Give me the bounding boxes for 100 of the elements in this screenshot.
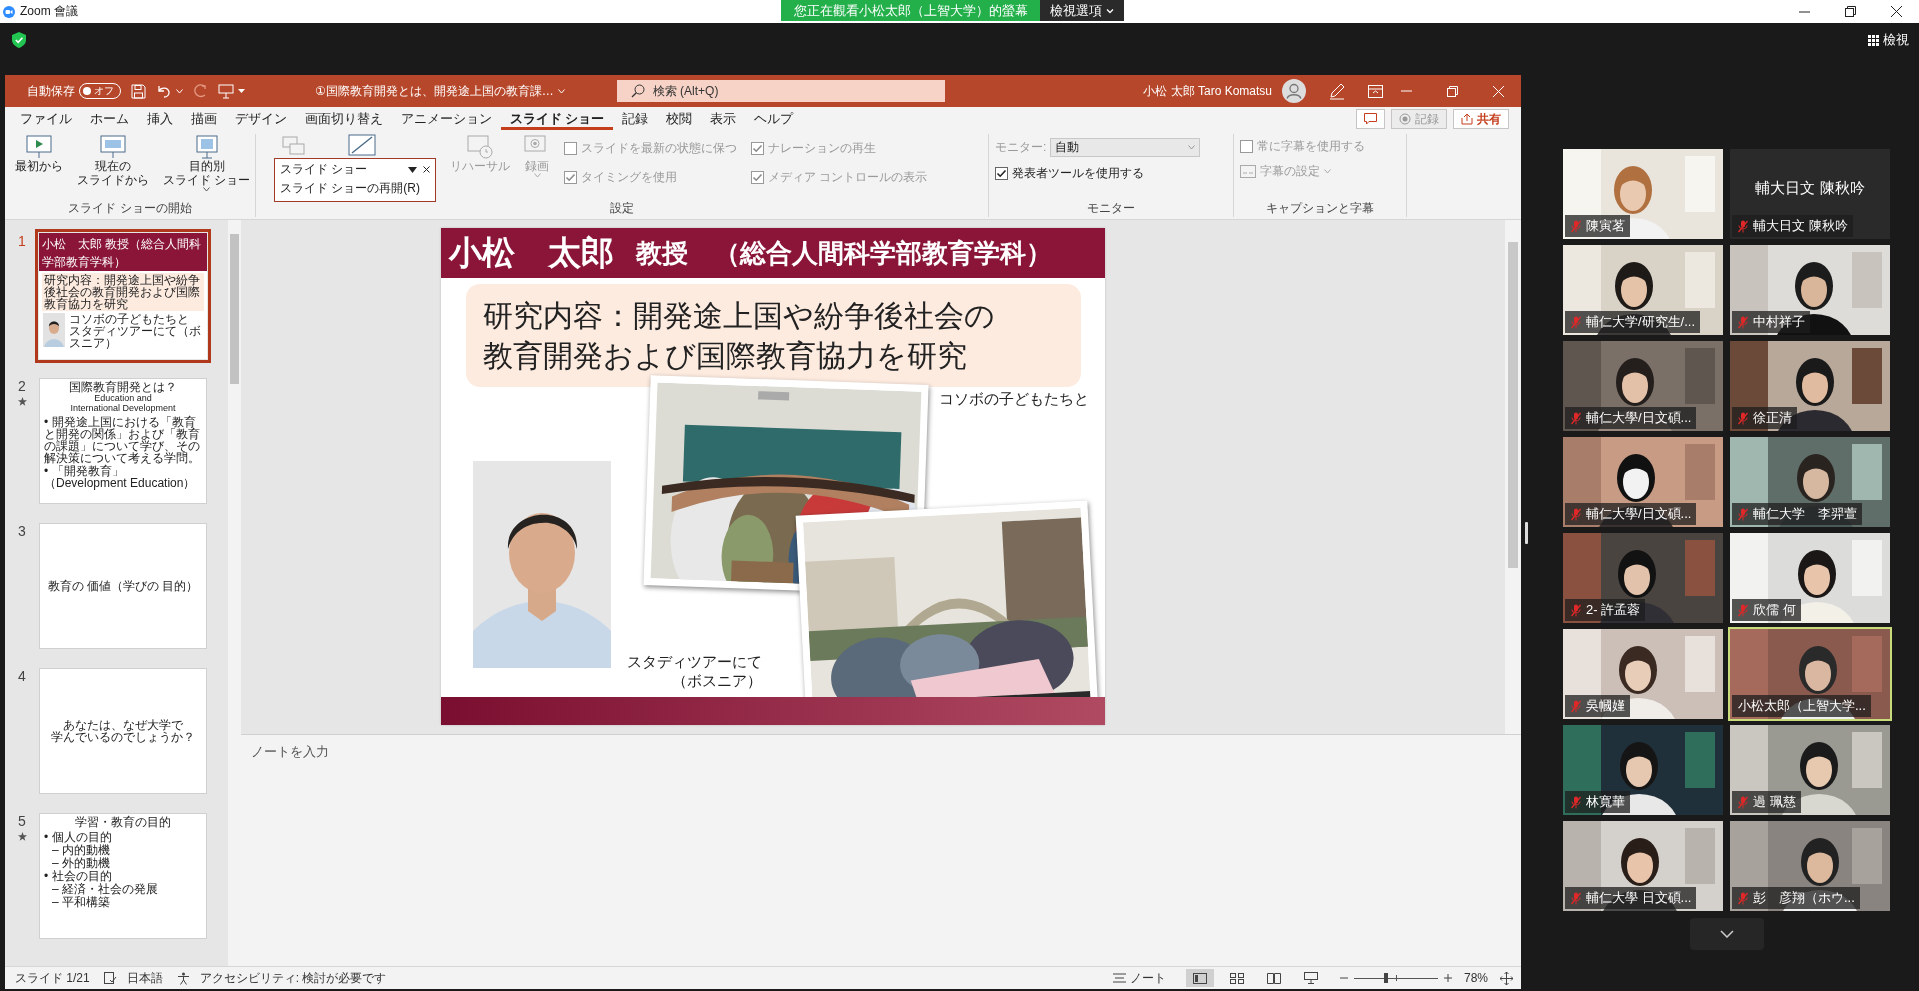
video-tile[interactable]: 林寬華 <box>1563 725 1723 815</box>
comments-button[interactable] <box>1356 109 1385 129</box>
accessibility-status[interactable]: アクセシビリティ: 検討が必要です <box>199 969 387 987</box>
search-field[interactable]: 検索 (Alt+Q) <box>616 80 945 102</box>
checkbox[interactable] <box>995 167 1008 180</box>
ribbon-tab[interactable]: デザイン <box>226 108 296 130</box>
grid-icon[interactable] <box>1868 34 1879 46</box>
video-tile[interactable]: 輔大日文 陳秋吟 輔大日文 陳秋吟 <box>1730 149 1890 239</box>
slide-thumbnail[interactable]: 学習・教育の目的 • 個人の目的 – 内的動機 – 外的動機 • 社会の目的 – 経済・社会の発展 – 平和構築 <box>39 813 207 939</box>
view-options-button[interactable]: 檢視選項 <box>1040 0 1124 21</box>
slide-thumbnail[interactable]: あなたは、なぜ大学で 学んでいるのでしょうか？ <box>39 668 207 794</box>
participant-name: 輔仁大學/日文碩... <box>1586 505 1692 523</box>
participant-name: 徐正清 <box>1753 409 1792 427</box>
share-banner: 您正在觀看小松太郎（上智大学）的螢幕 <box>781 0 1040 21</box>
video-tile[interactable]: 小松太郎（上智大学... <box>1730 629 1890 719</box>
document-title[interactable]: ①国際教育開発とは、開発途上国の教育課… <box>315 82 554 100</box>
slide-number: 4 <box>18 668 26 684</box>
video-tile[interactable]: 陳寅茗 <box>1563 149 1723 239</box>
ribbon-button[interactable]: 最初から <box>11 134 67 200</box>
shield-icon[interactable] <box>12 32 26 48</box>
search-icon[interactable] <box>630 84 645 98</box>
ribbon-tab[interactable]: 記録 <box>613 108 658 130</box>
ribbon-tab[interactable]: ファイル <box>11 108 81 130</box>
book-icon[interactable] <box>1266 972 1281 984</box>
scrollbar-thumb[interactable] <box>1508 242 1518 568</box>
presentation-icon[interactable] <box>218 83 234 99</box>
share-button[interactable]: 共有 <box>1453 109 1509 129</box>
ribbon-tab[interactable]: スライド ショー <box>501 108 614 130</box>
participant-name: 輔大日文 陳秋吟 <box>1753 217 1848 235</box>
ribbon-tab[interactable]: ホーム <box>81 108 138 130</box>
participant-name: 輔仁大学/研究生/... <box>1586 313 1696 331</box>
video-tile[interactable]: 輔仁大学 李羿萱 <box>1730 437 1890 527</box>
zoom-slider[interactable] <box>1353 972 1438 984</box>
ribbon-tab[interactable]: 画面切り替え <box>296 108 392 130</box>
ribbon-tab[interactable]: 表示 <box>701 108 746 130</box>
sub-bullet-text: – 外的動機 <box>51 857 111 869</box>
slide-heading: あなたは、なぜ大学で <box>63 719 183 731</box>
undo-icon[interactable] <box>156 83 172 99</box>
grid-icon[interactable] <box>1229 972 1244 984</box>
menu-title: スライド ショー <box>280 161 369 178</box>
spellcheck-icon[interactable] <box>103 972 117 984</box>
accessibility-icon[interactable] <box>176 971 190 985</box>
group-label: キャプションと字幕 <box>1265 200 1375 217</box>
participant-name: 陳寅茗 <box>1586 217 1625 235</box>
slide-thumbnail[interactable]: 教育の 価値（学びの 目的） <box>39 523 207 649</box>
share-icon[interactable] <box>1461 113 1473 125</box>
save-icon[interactable] <box>131 83 146 99</box>
presenter-role: 教授 （総合人間科学部教育学科） <box>636 236 1052 270</box>
ribbon-tab[interactable]: ヘルプ <box>745 108 803 130</box>
checkbox-option[interactable]: 発表者ツールを使用する <box>995 165 1227 182</box>
view-button[interactable]: 檢視 <box>1868 31 1909 49</box>
video-tile[interactable]: 輔仁大学/研究生/... <box>1563 245 1723 335</box>
language-label[interactable]: 日本語 <box>126 969 163 987</box>
customize-caret-icon[interactable] <box>238 88 245 94</box>
zoom-percent[interactable]: 78% <box>1463 971 1488 985</box>
video-tile[interactable]: 欣儒 何 <box>1730 533 1890 623</box>
slide-thumbnail[interactable]: 国際教育開発とは？ Education and International Development • 開発途上国における「教育と開発の関係」および「教育の課題」について学び、その解決策について考える学問。 • 「開発教育」（Development Education） <box>39 378 207 504</box>
fit-to-window-icon[interactable] <box>1500 971 1513 985</box>
video-tile[interactable]: 中村祥子 <box>1730 245 1890 335</box>
scrollbar-thumb[interactable] <box>230 234 239 384</box>
video-tile[interactable]: 2- 許孟蓉 <box>1563 533 1723 623</box>
ribbon-tab[interactable]: 描画 <box>182 108 226 130</box>
restore-icon[interactable] <box>1844 6 1856 17</box>
ribbon-tab[interactable]: 挿入 <box>138 108 182 130</box>
video-tile[interactable]: 過 珮慈 <box>1730 725 1890 815</box>
close-icon[interactable] <box>423 166 430 173</box>
scrollbar[interactable] <box>228 220 241 966</box>
notes-button[interactable]: ノート <box>1112 969 1166 987</box>
view-button[interactable] <box>1185 969 1214 987</box>
camera-icon <box>3 5 15 18</box>
video-tile[interactable]: 徐正清 <box>1730 341 1890 431</box>
video-tile[interactable]: 彭 彦翔（ホウ... <box>1730 821 1890 911</box>
participant-display-name: 輔大日文 陳秋吟 <box>1754 179 1866 198</box>
scrollbar[interactable] <box>1505 220 1521 734</box>
slide-heading: 学習・教育の目的 <box>74 816 172 828</box>
screen-play-icon[interactable] <box>26 135 52 159</box>
video-tile[interactable]: 輔仁大學 日文碩... <box>1563 821 1723 911</box>
close-icon[interactable] <box>1890 6 1902 17</box>
chevron-down-icon[interactable] <box>1719 930 1734 938</box>
menu-item[interactable]: スライド ショーの再開(R) <box>280 178 420 199</box>
comment-icon[interactable] <box>1364 113 1377 125</box>
group-label: 設定 <box>609 200 635 217</box>
normal-view-icon[interactable] <box>1192 972 1207 984</box>
resize-handle[interactable] <box>1525 522 1528 544</box>
presentation-icon[interactable] <box>1303 972 1318 984</box>
video-tile[interactable]: 輔仁大學/日文碩... <box>1563 341 1723 431</box>
dropdown-icon[interactable] <box>408 166 417 173</box>
toggle-knob[interactable] <box>83 87 91 95</box>
slider-thumb[interactable] <box>1383 973 1388 983</box>
caption: コソボの子どもたちと <box>69 313 189 325</box>
ribbon-tab[interactable]: アニメーション <box>392 108 501 130</box>
ribbon-display-icon[interactable] <box>1368 84 1383 98</box>
ribbon-tab[interactable]: 校閲 <box>657 108 702 130</box>
zoom-in-icon[interactable] <box>1443 974 1452 982</box>
video-tile[interactable]: 吳幗嫤 <box>1563 629 1723 719</box>
ribbon-button[interactable]: 現在の スライドから <box>73 134 153 200</box>
video-tile[interactable]: 輔仁大學/日文碩... <box>1563 437 1723 527</box>
avatar-icon[interactable] <box>1282 79 1306 103</box>
minimize-icon[interactable] <box>1798 10 1810 13</box>
pen-icon[interactable] <box>1328 82 1346 100</box>
